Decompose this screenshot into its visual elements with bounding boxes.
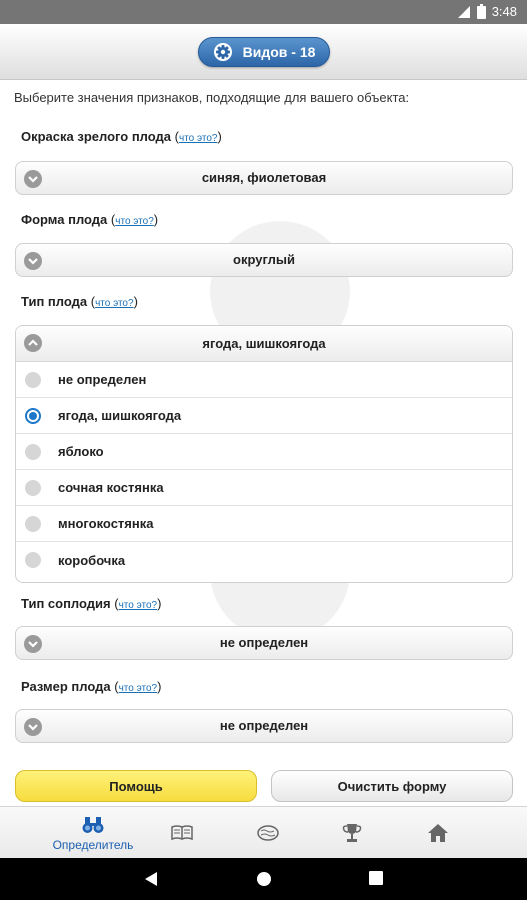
help-link[interactable]: что это? bbox=[119, 683, 158, 694]
option-label: многокостянка bbox=[58, 516, 154, 531]
field-label-text: Размер плода bbox=[21, 679, 111, 694]
field-label-text: Тип плода bbox=[21, 294, 88, 309]
field-label-infructescence-type: Тип соплодия (что это?) bbox=[21, 596, 162, 611]
field-label-fruit-type: Тип плода (что это?) bbox=[21, 294, 138, 309]
gear-icon bbox=[213, 43, 232, 61]
species-count-button[interactable]: Видов - 18 bbox=[198, 37, 330, 67]
radio-button[interactable] bbox=[25, 480, 41, 496]
home-icon bbox=[428, 824, 448, 842]
tab-brain[interactable] bbox=[224, 807, 312, 859]
tab-home[interactable] bbox=[394, 807, 482, 859]
field-label-text: Форма плода bbox=[21, 212, 108, 227]
select-fruit-color[interactable]: синяя, фиолетовая bbox=[15, 161, 513, 195]
top-bar: Видов - 18 bbox=[0, 24, 527, 80]
home-nav-icon[interactable] bbox=[256, 871, 272, 887]
radio-option[interactable]: многокостянка bbox=[16, 506, 512, 542]
status-bar: 3:48 bbox=[0, 0, 527, 24]
radio-option[interactable]: не определен bbox=[16, 362, 512, 398]
select-fruit-size[interactable]: не определен bbox=[15, 709, 513, 743]
help-link[interactable]: что это? bbox=[119, 600, 158, 611]
radio-option[interactable]: сочная костянка bbox=[16, 470, 512, 506]
bottom-tab-bar: Определитель bbox=[0, 806, 527, 858]
intro-text: Выберите значения признаков, подходящие … bbox=[14, 90, 410, 105]
signal-icon bbox=[457, 5, 470, 18]
identifier-form[interactable]: Выберите значения признаков, подходящие … bbox=[0, 81, 527, 769]
option-label: ягода, шишкоягода bbox=[58, 408, 182, 423]
clear-form-button[interactable]: Очистить форму bbox=[271, 770, 513, 802]
tab-book[interactable] bbox=[138, 807, 226, 859]
help-link[interactable]: что это? bbox=[95, 298, 134, 309]
option-label: коробочка bbox=[58, 552, 126, 568]
radio-button[interactable] bbox=[25, 552, 41, 568]
radio-button[interactable] bbox=[25, 444, 41, 460]
radio-option[interactable]: яблоко bbox=[16, 434, 512, 470]
binoculars-icon bbox=[82, 817, 104, 833]
trophy-icon bbox=[342, 824, 362, 842]
help-link[interactable]: что это? bbox=[115, 216, 154, 227]
radio-button[interactable] bbox=[25, 372, 41, 388]
select-value: округлый bbox=[233, 252, 295, 267]
select-value: не определен bbox=[219, 635, 309, 650]
select-fruit-shape[interactable]: округлый bbox=[15, 243, 513, 277]
book-icon bbox=[171, 825, 193, 841]
tab-trophy[interactable] bbox=[308, 807, 396, 859]
option-label: сочная костянка bbox=[58, 480, 164, 495]
status-time: 3:48 bbox=[491, 4, 517, 19]
radio-button-selected[interactable] bbox=[25, 408, 41, 424]
tab-label: Определитель bbox=[52, 838, 134, 852]
select-infructescence-type[interactable]: не определен bbox=[15, 626, 513, 660]
select-fruit-type-expanded[interactable]: ягода, шишкоягода не определен ягода, ши… bbox=[15, 325, 513, 583]
radio-option[interactable]: ягода, шишкоягода bbox=[16, 398, 512, 434]
system-navigation-bar bbox=[0, 858, 527, 900]
field-label-text: Тип соплодия bbox=[21, 596, 111, 611]
radio-button[interactable] bbox=[25, 516, 41, 532]
action-buttons: Помощь Очистить форму bbox=[0, 769, 527, 805]
option-label: яблоко bbox=[58, 444, 104, 459]
field-label-fruit-size: Размер плода (что это?) bbox=[21, 679, 162, 694]
back-icon[interactable] bbox=[144, 871, 158, 887]
field-label-fruit-shape: Форма плода (что это?) bbox=[21, 212, 159, 227]
brain-icon bbox=[257, 825, 279, 841]
field-label-text: Окраска зрелого плода bbox=[21, 129, 172, 144]
radio-option[interactable]: коробочка bbox=[16, 542, 512, 578]
select-value: синяя, фиолетовая bbox=[201, 170, 327, 185]
select-value: ягода, шишкоягода bbox=[202, 336, 326, 351]
select-value: не определен bbox=[219, 718, 309, 733]
tab-identifier[interactable]: Определитель bbox=[48, 807, 138, 859]
help-link[interactable]: что это? bbox=[179, 133, 218, 144]
option-label: не определен bbox=[58, 372, 147, 387]
recents-icon[interactable] bbox=[369, 871, 383, 885]
select-header[interactable]: ягода, шишкоягода bbox=[16, 326, 512, 362]
species-count-label: Видов - 18 bbox=[242, 44, 316, 60]
help-button[interactable]: Помощь bbox=[15, 770, 257, 802]
battery-icon bbox=[476, 4, 486, 19]
field-label-fruit-color: Окраска зрелого плода (что это?) bbox=[21, 129, 222, 144]
